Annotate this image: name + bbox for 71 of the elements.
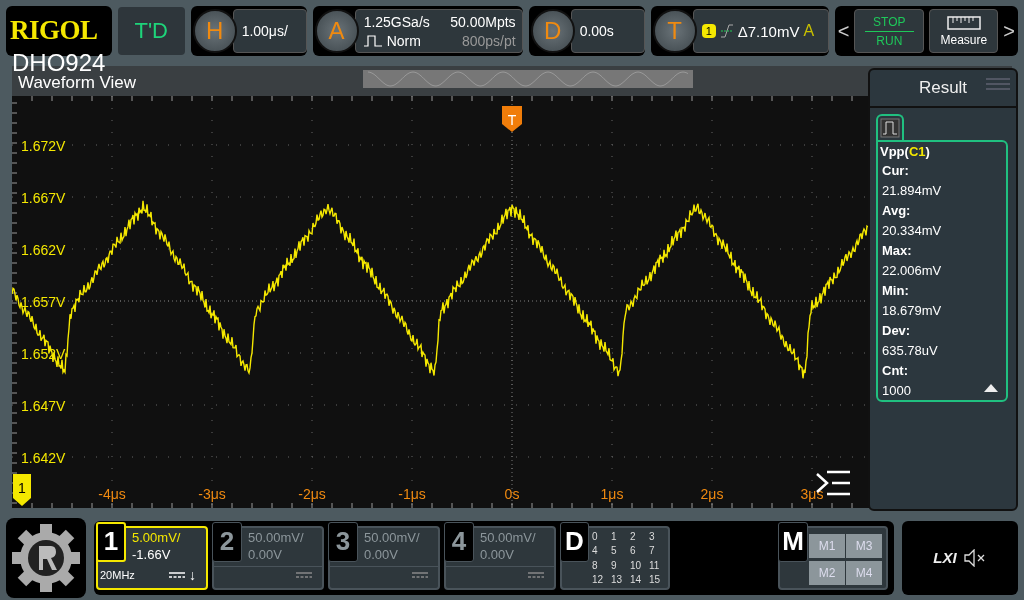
- trigger-source-badge: 1: [701, 24, 716, 38]
- digital-bit-number: 9: [611, 558, 618, 573]
- stat-value: 21.894mV: [882, 182, 942, 200]
- digital-bit-number: 10: [630, 558, 643, 573]
- voltage-axis-label: 1.657V: [21, 294, 66, 310]
- channel-offset: 0.00V: [248, 546, 283, 562]
- digital-bit-number: 2: [630, 529, 637, 544]
- digital-bit-number: 15: [649, 573, 662, 587]
- delay-value: 0.00s: [579, 23, 614, 39]
- channel-number: 2: [212, 521, 242, 562]
- digital-bit-number: 12: [592, 573, 605, 587]
- stat-value: 1000: [882, 382, 911, 400]
- stat-label: Dev:: [882, 322, 911, 340]
- time-axis-label: -2μs: [298, 486, 326, 502]
- time-axis-label: 0s: [504, 486, 520, 502]
- digital-bit-number: 14: [630, 573, 643, 587]
- channel-number: 4: [444, 521, 474, 562]
- channel-offset: -1.66V: [132, 546, 172, 562]
- voltage-axis-label: 1.667V: [21, 190, 66, 206]
- panel-title: Result: [918, 78, 968, 98]
- invert-arrow: ↓: [189, 566, 196, 583]
- channel-offset: 0.00V: [364, 546, 399, 562]
- channel-offset: 0.00V: [480, 546, 515, 562]
- time-axis-label: 2μs: [700, 486, 724, 502]
- stat-value: 20.334mV: [882, 222, 942, 240]
- stat-label: Avg:: [882, 202, 911, 220]
- digital-bit-number: 4: [592, 544, 599, 558]
- lxi-label: LXI: [933, 549, 957, 566]
- time-axis-label: 3μs: [800, 486, 824, 502]
- stat-label: Cnt:: [882, 362, 908, 380]
- digital-bit-number: 13: [611, 573, 624, 587]
- digital-bit-number: 1: [611, 529, 618, 544]
- digital-bit-number: 0: [592, 529, 599, 544]
- digital-bit-number: 5: [611, 544, 618, 558]
- sample-rate: 1.25GSa/s: [363, 13, 430, 30]
- measurement-name: Vpp(C1): [880, 143, 930, 161]
- voltage-axis-label: 1.672V: [21, 138, 66, 154]
- time-per-point: 800ps/pt: [461, 32, 516, 49]
- trigger-level: Δ7.10mV: [737, 22, 800, 40]
- stat-value: 18.679mV: [882, 302, 942, 320]
- channel-scale: 50.00mV/: [480, 529, 536, 545]
- voltage-axis-label: 1.642V: [21, 450, 66, 466]
- time-axis-label: 1μs: [600, 486, 624, 502]
- time-axis-label: -1μs: [398, 486, 426, 502]
- time-axis-label: -4μs: [98, 486, 126, 502]
- channel-scale: 50.00mV/: [364, 529, 420, 545]
- stat-label: Max:: [882, 242, 912, 260]
- channel-number: 1: [96, 521, 126, 562]
- trigger-mode: A: [803, 22, 815, 40]
- voltage-axis-label: 1.662V: [21, 242, 66, 258]
- memory-depth: 50.00Mpts: [450, 13, 516, 30]
- stat-label: Cur:: [882, 162, 909, 180]
- digital-label: D: [560, 521, 589, 562]
- voltage-axis-label: 1.647V: [21, 398, 66, 414]
- digital-bit-number: 8: [592, 558, 599, 573]
- stat-label: Min:: [882, 282, 909, 300]
- bandwidth-limit: 20MHz: [100, 568, 135, 581]
- time-axis-label: -3μs: [198, 486, 226, 502]
- channel-scale: 5.00mV/: [132, 529, 181, 545]
- timebase-value: 1.00μs/: [241, 23, 288, 39]
- math-label: M: [778, 521, 808, 562]
- digital-bit-number: 7: [649, 544, 656, 558]
- stat-value: 635.78uV: [882, 342, 938, 360]
- brand-logo: RIGOL: [9, 14, 99, 44]
- acquire-mode: Norm: [386, 32, 421, 49]
- digital-bit-number: 6: [630, 544, 637, 558]
- stat-value: 22.006mV: [882, 262, 942, 280]
- channel-scale: 50.00mV/: [248, 529, 304, 545]
- channel-number: 3: [328, 521, 358, 562]
- digital-bit-number: 11: [649, 558, 661, 573]
- digital-bit-number: 3: [649, 529, 656, 544]
